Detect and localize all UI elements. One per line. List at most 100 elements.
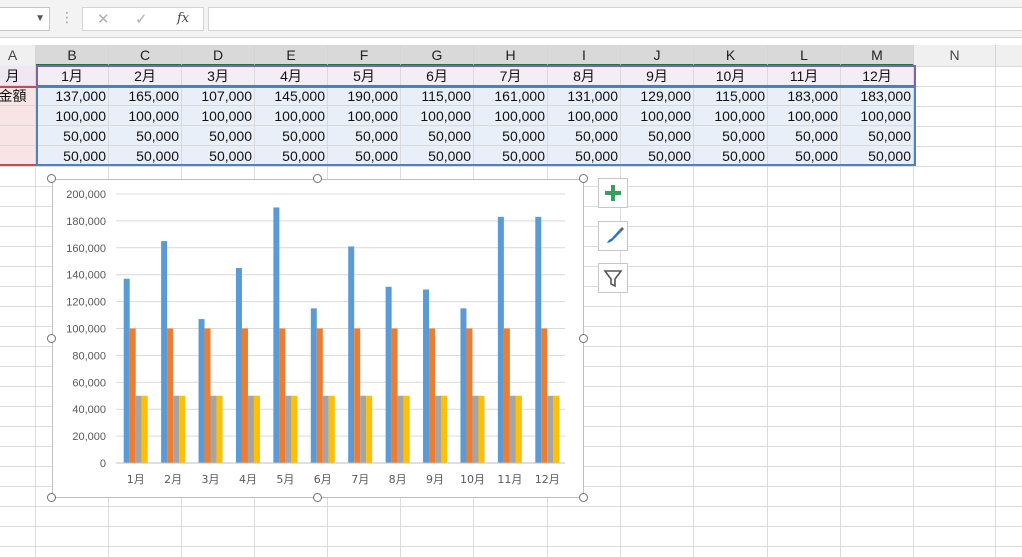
cell-value[interactable]: 50,000 xyxy=(841,146,914,166)
cell-month-header[interactable]: 1月 xyxy=(36,66,109,86)
cell-value[interactable]: 100,000 xyxy=(401,106,474,126)
cell-value[interactable]: 100,000 xyxy=(474,106,548,126)
cell-value[interactable]: 100,000 xyxy=(182,106,255,126)
cell-value[interactable]: 50,000 xyxy=(255,126,328,146)
bar[interactable] xyxy=(285,395,292,463)
cell-A-empty[interactable] xyxy=(0,106,36,126)
resize-handle-bottom[interactable] xyxy=(313,493,322,502)
column-header-H[interactable]: H xyxy=(474,45,548,66)
bar[interactable] xyxy=(129,328,136,464)
bar[interactable] xyxy=(429,328,436,464)
cell-value[interactable]: 183,000 xyxy=(841,86,914,106)
bar[interactable] xyxy=(123,278,130,463)
bar[interactable] xyxy=(360,395,367,463)
cell-value[interactable]: 100,000 xyxy=(841,106,914,126)
cell-value[interactable]: 50,000 xyxy=(328,126,401,146)
cell-value[interactable]: 50,000 xyxy=(548,146,621,166)
column-header-A[interactable]: A xyxy=(0,45,36,66)
cell-value[interactable]: 50,000 xyxy=(694,126,768,146)
bar[interactable] xyxy=(216,395,223,463)
cell-value[interactable]: 50,000 xyxy=(768,126,841,146)
cell-A-amount[interactable]: 金額 xyxy=(0,86,36,106)
bar[interactable] xyxy=(348,246,355,463)
column-header-N[interactable]: N xyxy=(914,45,996,66)
resize-handle-top-left[interactable] xyxy=(47,174,56,183)
bar[interactable] xyxy=(497,216,504,463)
bar[interactable] xyxy=(423,289,430,463)
bar[interactable] xyxy=(310,308,317,463)
cell-A-month[interactable]: 月 xyxy=(0,66,36,86)
bar[interactable] xyxy=(472,395,479,463)
column-header-E[interactable]: E xyxy=(255,45,328,66)
cell-value[interactable]: 50,000 xyxy=(401,126,474,146)
bar[interactable] xyxy=(328,395,335,463)
cell-value[interactable]: 129,000 xyxy=(621,86,694,106)
bar[interactable] xyxy=(210,395,217,463)
bar[interactable] xyxy=(478,395,485,463)
name-box[interactable]: ▼ xyxy=(0,7,50,31)
bar[interactable] xyxy=(503,328,510,464)
enter-icon[interactable]: ✓ xyxy=(135,10,148,28)
cell-value[interactable]: 50,000 xyxy=(182,126,255,146)
cell-value[interactable]: 145,000 xyxy=(255,86,328,106)
column-header-L[interactable]: L xyxy=(768,45,841,66)
column-header-C[interactable]: C xyxy=(109,45,182,66)
cell-value[interactable]: 50,000 xyxy=(255,146,328,166)
bar[interactable] xyxy=(515,395,522,463)
chevron-down-icon[interactable]: ▼ xyxy=(35,13,45,24)
column-header-M[interactable]: M xyxy=(841,45,914,66)
resize-handle-left[interactable] xyxy=(47,334,56,343)
chart-elements-button[interactable] xyxy=(598,178,628,208)
resize-handle-top-right[interactable] xyxy=(579,174,588,183)
cell-month-header[interactable]: 12月 xyxy=(841,66,914,86)
resize-handle-bottom-right[interactable] xyxy=(579,493,588,502)
bar[interactable] xyxy=(553,395,560,463)
bar[interactable] xyxy=(541,328,548,464)
bar[interactable] xyxy=(135,395,142,463)
bar[interactable] xyxy=(167,328,174,464)
formula-input[interactable] xyxy=(208,7,1022,31)
bar[interactable] xyxy=(322,395,329,463)
cell-month-header[interactable]: 9月 xyxy=(621,66,694,86)
cell-month-header[interactable]: 6月 xyxy=(401,66,474,86)
column-header-F[interactable]: F xyxy=(328,45,401,66)
cell-value[interactable]: 50,000 xyxy=(548,126,621,146)
bar[interactable] xyxy=(403,395,410,463)
bar[interactable] xyxy=(441,395,448,463)
cell-value[interactable]: 50,000 xyxy=(841,126,914,146)
cell-value[interactable]: 50,000 xyxy=(109,146,182,166)
cell-value[interactable]: 161,000 xyxy=(474,86,548,106)
cell-value[interactable]: 183,000 xyxy=(768,86,841,106)
cell-A-empty[interactable] xyxy=(0,126,36,146)
cell-value[interactable]: 131,000 xyxy=(548,86,621,106)
bar[interactable] xyxy=(366,395,373,463)
chart-area[interactable]: 0 20,000 40,000 60,000 80,000 100,000 120,000 1… xyxy=(52,179,584,498)
cell-value[interactable]: 50,000 xyxy=(36,146,109,166)
column-chart[interactable]: 0 20,000 40,000 60,000 80,000 100,000 120,000 1… xyxy=(53,180,583,497)
bar[interactable] xyxy=(241,328,248,464)
cell-value[interactable]: 50,000 xyxy=(328,146,401,166)
cell-value[interactable]: 50,000 xyxy=(182,146,255,166)
bar[interactable] xyxy=(204,328,211,464)
bar[interactable] xyxy=(509,395,516,463)
bar[interactable] xyxy=(547,395,554,463)
cell-value[interactable]: 100,000 xyxy=(548,106,621,126)
cell-value[interactable]: 50,000 xyxy=(109,126,182,146)
bar[interactable] xyxy=(273,207,280,463)
cell-value[interactable]: 50,000 xyxy=(694,146,768,166)
bar[interactable] xyxy=(535,216,542,463)
bar[interactable] xyxy=(198,319,205,463)
column-header-G[interactable]: G xyxy=(401,45,474,66)
cell-value[interactable]: 100,000 xyxy=(109,106,182,126)
bar[interactable] xyxy=(397,395,404,463)
cell-value[interactable]: 137,000 xyxy=(36,86,109,106)
bar[interactable] xyxy=(235,267,242,463)
bar[interactable] xyxy=(435,395,442,463)
cell-month-header[interactable]: 7月 xyxy=(474,66,548,86)
resize-handle-right[interactable] xyxy=(579,334,588,343)
column-header-K[interactable]: K xyxy=(694,45,768,66)
cell-A-empty[interactable] xyxy=(0,146,36,166)
cell-month-header[interactable]: 5月 xyxy=(328,66,401,86)
bar[interactable] xyxy=(391,328,398,464)
cell-value[interactable]: 100,000 xyxy=(621,106,694,126)
